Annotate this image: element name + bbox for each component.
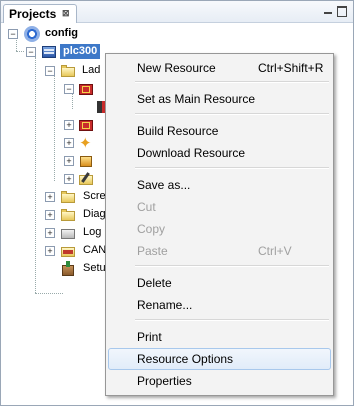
menu-item-print[interactable]: Print [108,326,331,348]
tree-item-log[interactable]: + Log [42,225,112,241]
menu-item-label: New Resource [137,61,216,75]
gear-icon [24,26,40,42]
menu-item-label: Properties [137,374,192,388]
database-icon [78,153,94,169]
tree-item-label: Diag [83,208,106,220]
tree-line [35,293,63,294]
menu-separator [135,113,329,115]
edit-folder-icon [78,171,94,187]
menu-item-label: Download Resource [137,146,246,160]
expand-icon[interactable]: + [64,156,74,166]
menu-item-save-as[interactable]: Save as... [108,174,331,196]
maximize-icon[interactable] [337,6,347,17]
menu-item-label: Rename... [137,298,193,312]
tree-item-label: Log [83,226,102,238]
tree-item-child-2[interactable]: + [61,117,107,133]
menu-item-label: Copy [137,222,166,236]
tree-item-label: config [45,27,78,39]
expand-icon[interactable]: + [45,228,55,238]
close-icon[interactable]: ⊠ [62,8,70,19]
tree-item-child-4[interactable]: + [61,153,107,169]
tree-line [35,57,36,293]
collapse-icon[interactable]: − [26,47,36,57]
menu-item-label: Print [137,330,162,344]
menu-item-properties[interactable]: Properties [108,370,331,392]
expand-icon[interactable]: + [64,138,74,148]
collapse-icon[interactable]: − [45,66,55,76]
tree-item-diagnostics[interactable]: + Diag [42,207,112,223]
plc-icon [41,44,57,60]
tree-item-can[interactable]: + CAN [42,243,112,259]
tree-item-label: CAN [83,244,107,256]
menu-item-copy: Copy [108,218,331,240]
menu-item-label: Save as... [137,178,191,192]
ladder-icon [78,81,94,97]
menu-item-build-resource[interactable]: Build Resource [108,120,331,142]
menu-item-rename[interactable]: Rename... [108,294,331,316]
context-menu: New Resource Ctrl+Shift+R Set as Main Re… [105,53,334,396]
menu-item-label: Build Resource [137,124,219,138]
menu-separator [135,265,329,267]
menu-item-shortcut: Ctrl+V [258,244,292,258]
menu-separator [135,319,329,321]
ladder-icon [78,117,94,133]
menu-item-label: Set as Main Resource [137,92,256,106]
tree-item-child-5[interactable]: + [61,171,107,187]
tree-item-config[interactable]: − config [5,26,125,42]
menu-item-resource-options[interactable]: Resource Options [108,348,331,370]
menu-item-label: Paste [137,244,168,258]
menu-item-label: Cut [137,200,156,214]
collapse-icon[interactable]: − [64,84,74,94]
menu-item-label: Delete [137,276,172,290]
menu-item-set-main-resource[interactable]: Set as Main Resource [108,88,331,110]
menu-item-cut: Cut [108,196,331,218]
tree-item-label: Scre [83,190,106,202]
collapse-icon[interactable]: − [8,29,18,39]
menu-separator [135,167,329,169]
menu-item-delete[interactable]: Delete [108,272,331,294]
tree-item-child-3[interactable]: + [61,134,107,152]
tree-line [54,75,55,181]
expand-icon[interactable]: + [45,192,55,202]
log-icon [60,225,76,241]
tree-item-label: plc300 [60,44,101,59]
menu-item-paste: Paste Ctrl+V [108,240,331,262]
folder-icon [60,189,76,205]
menu-item-download-resource[interactable]: Download Resource [108,142,331,164]
panel-titlebar: Projects ⊠ [1,1,353,23]
expand-icon[interactable]: + [45,210,55,220]
folder-icon [60,207,76,223]
setup-icon [60,261,76,277]
expand-icon[interactable]: + [45,246,55,256]
folder-icon [60,63,76,79]
tree-item-ladder-child[interactable]: − [61,81,111,97]
tree-item-label: Setu [83,262,106,274]
expand-icon[interactable]: + [64,174,74,184]
minimize-icon[interactable] [323,6,333,16]
menu-item-shortcut: Ctrl+Shift+R [258,61,324,75]
expand-icon[interactable]: + [64,120,74,130]
tree-item-setup[interactable]: Setu [42,261,112,277]
menu-separator [135,81,329,83]
menu-item-label: Resource Options [137,352,234,366]
can-icon [60,243,76,259]
tree-item-screens[interactable]: + Scre [42,189,112,205]
menu-item-new-resource[interactable]: New Resource Ctrl+Shift+R [108,57,331,79]
star-icon [78,134,94,152]
tab-projects[interactable]: Projects ⊠ [3,4,77,23]
tree-item-label: Lad [82,64,101,76]
tab-projects-label: Projects [9,7,57,21]
